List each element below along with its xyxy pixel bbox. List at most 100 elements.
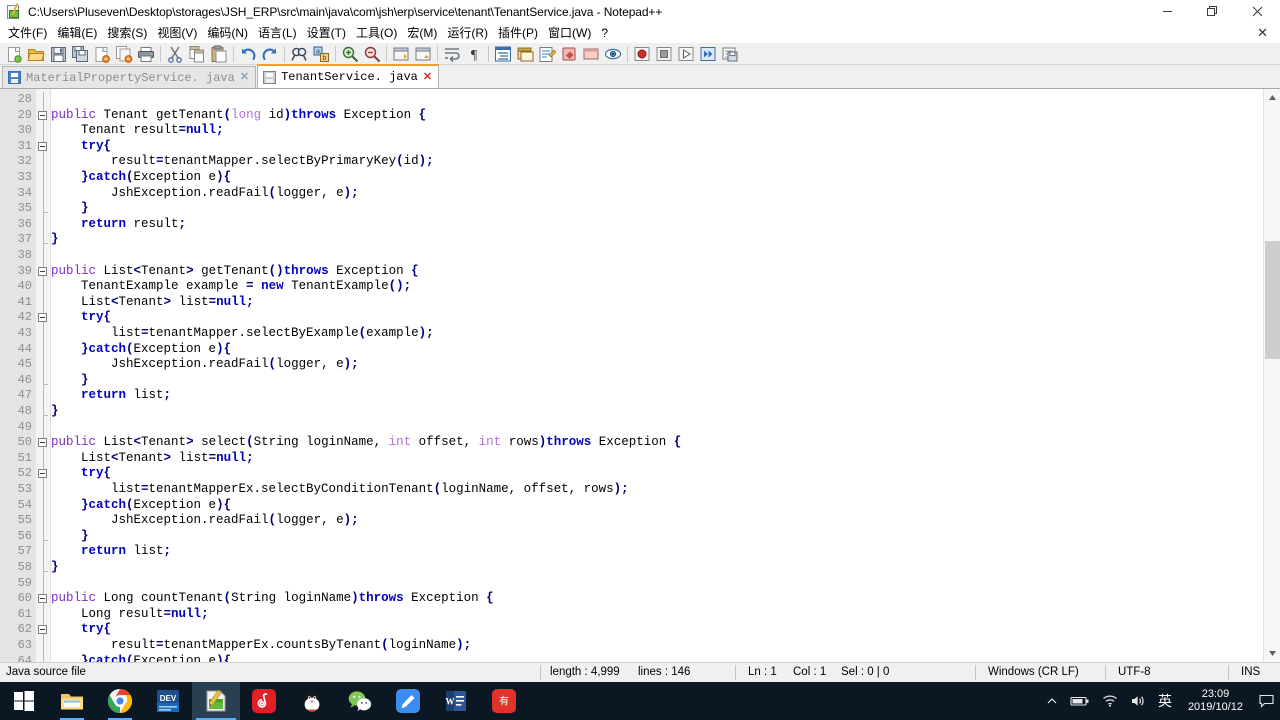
menu-file[interactable]: 文件(F): [3, 24, 52, 43]
tab-tenantservice[interactable]: TenantService. java ✕: [257, 64, 439, 88]
paste-icon[interactable]: [208, 44, 229, 64]
scrollbar-thumb[interactable]: [1265, 241, 1280, 359]
menu-view[interactable]: 视图(V): [152, 24, 202, 43]
sync-vertical-scroll-icon[interactable]: [390, 44, 411, 64]
stop-macro-icon[interactable]: [653, 44, 674, 64]
svg-text:a: a: [316, 48, 320, 55]
line-number-gutter: 2829303132333435363738394041424344454647…: [0, 89, 36, 662]
fold-toggle-icon[interactable]: [38, 142, 47, 151]
windows-start-icon[interactable]: [0, 682, 48, 720]
line-number: 58: [0, 560, 32, 576]
sync-horizontal-scroll-icon[interactable]: [412, 44, 433, 64]
replace-icon[interactable]: ab: [310, 44, 331, 64]
taskbar-item-microsoft-word[interactable]: W: [432, 682, 480, 720]
notification-icon[interactable]: [1253, 682, 1280, 720]
battery-icon[interactable]: [1064, 682, 1096, 720]
play-macro-icon[interactable]: [675, 44, 696, 64]
menu-language[interactable]: 语言(L): [253, 24, 302, 43]
vertical-scrollbar[interactable]: [1263, 89, 1280, 662]
open-file-icon[interactable]: [25, 44, 46, 64]
tab-close-icon[interactable]: ✕: [423, 72, 432, 83]
cut-icon[interactable]: [164, 44, 185, 64]
fold-toggle-icon[interactable]: [38, 469, 47, 478]
zoom-in-icon[interactable]: [339, 44, 360, 64]
code-editor[interactable]: 2829303132333435363738394041424344454647…: [0, 89, 1280, 662]
menu-help[interactable]: ?: [596, 24, 613, 43]
fold-toggle-icon[interactable]: [38, 438, 47, 447]
close-all-icon[interactable]: [113, 44, 134, 64]
volume-icon[interactable]: [1124, 682, 1152, 720]
close-button[interactable]: [1235, 0, 1280, 23]
fold-toggle-icon[interactable]: [38, 111, 47, 120]
taskbar-item-dev-cpp[interactable]: DEV: [144, 682, 192, 720]
document-map-icon[interactable]: [580, 44, 601, 64]
code-line: try{: [51, 139, 111, 155]
chevron-up-icon[interactable]: [1040, 682, 1064, 720]
user-defined-language-icon[interactable]: [558, 44, 579, 64]
taskbar-item-notepad-plus-plus[interactable]: [192, 682, 240, 720]
fold-toggle-icon[interactable]: [38, 313, 47, 322]
menu-edit[interactable]: 编辑(E): [52, 24, 102, 43]
scroll-down-icon[interactable]: [1264, 645, 1280, 662]
function-list-icon[interactable]: [602, 44, 623, 64]
taskbar-item-google-chrome[interactable]: [96, 682, 144, 720]
word-wrap-icon[interactable]: [441, 44, 462, 64]
fold-end-marker: [43, 571, 48, 572]
save-icon[interactable]: [47, 44, 68, 64]
undo-icon[interactable]: [237, 44, 258, 64]
menu-search[interactable]: 搜索(S): [102, 24, 152, 43]
line-number: 47: [0, 388, 32, 404]
status-eol: Windows (CR LF): [988, 663, 1079, 682]
new-file-icon[interactable]: [3, 44, 24, 64]
menu-plugins[interactable]: 插件(P): [493, 24, 543, 43]
taskbar-item-netease-music[interactable]: [240, 682, 288, 720]
menu-macro[interactable]: 宏(M): [402, 24, 442, 43]
wifi-icon[interactable]: [1096, 682, 1124, 720]
record-macro-icon[interactable]: [631, 44, 652, 64]
taskbar-clock[interactable]: 23:09 2019/10/12: [1178, 682, 1253, 720]
code-line: public Tenant getTenant(long id)throws E…: [51, 108, 426, 124]
print-icon[interactable]: [135, 44, 156, 64]
code-text-area[interactable]: public Tenant getTenant(long id)throws E…: [51, 89, 1258, 662]
fold-margin[interactable]: [36, 89, 51, 662]
line-number: 51: [0, 451, 32, 467]
taskbar-item-qq[interactable]: [288, 682, 336, 720]
code-line: }catch(Exception e){: [51, 170, 231, 186]
scroll-up-icon[interactable]: [1264, 89, 1280, 106]
show-all-chars-icon[interactable]: ¶: [463, 44, 484, 64]
indent-guide-icon[interactable]: [492, 44, 513, 64]
fold-toggle-icon[interactable]: [38, 267, 47, 276]
menu-window[interactable]: 窗口(W): [543, 24, 596, 43]
fold-toggle-icon[interactable]: [38, 625, 47, 634]
save-all-icon[interactable]: [69, 44, 90, 64]
save-macro-icon[interactable]: [719, 44, 740, 64]
copy-icon[interactable]: [186, 44, 207, 64]
taskbar-item-youdao[interactable]: 有: [480, 682, 528, 720]
show-symbol-icon[interactable]: [536, 44, 557, 64]
taskbar-item-blue-app[interactable]: [384, 682, 432, 720]
zoom-out-icon[interactable]: [361, 44, 382, 64]
ime-label: 英: [1158, 691, 1172, 711]
line-number: 35: [0, 201, 32, 217]
menu-run[interactable]: 运行(R): [442, 24, 493, 43]
redo-icon[interactable]: [259, 44, 280, 64]
find-icon[interactable]: [288, 44, 309, 64]
notepad-plus-plus-icon: [203, 688, 229, 714]
taskbar-item-file-explorer[interactable]: [48, 682, 96, 720]
ui-style-icon[interactable]: [514, 44, 535, 64]
line-number: 44: [0, 342, 32, 358]
tab-close-icon[interactable]: ✕: [240, 72, 249, 83]
close-document-icon[interactable]: ✕: [1253, 24, 1272, 41]
ime-indicator[interactable]: 英: [1152, 682, 1178, 720]
close-file-icon[interactable]: [91, 44, 112, 64]
fold-connector: [43, 92, 44, 662]
menu-settings[interactable]: 设置(T): [302, 24, 351, 43]
taskbar-item-wechat[interactable]: [336, 682, 384, 720]
tab-materialpropertyservice[interactable]: MaterialPropertyService. java ✕: [2, 66, 256, 88]
minimize-button[interactable]: [1145, 0, 1190, 23]
menu-tools[interactable]: 工具(O): [351, 24, 402, 43]
run-macro-multiple-icon[interactable]: [697, 44, 718, 64]
fold-toggle-icon[interactable]: [38, 594, 47, 603]
restore-button[interactable]: [1190, 0, 1235, 23]
menu-encoding[interactable]: 编码(N): [202, 24, 253, 43]
